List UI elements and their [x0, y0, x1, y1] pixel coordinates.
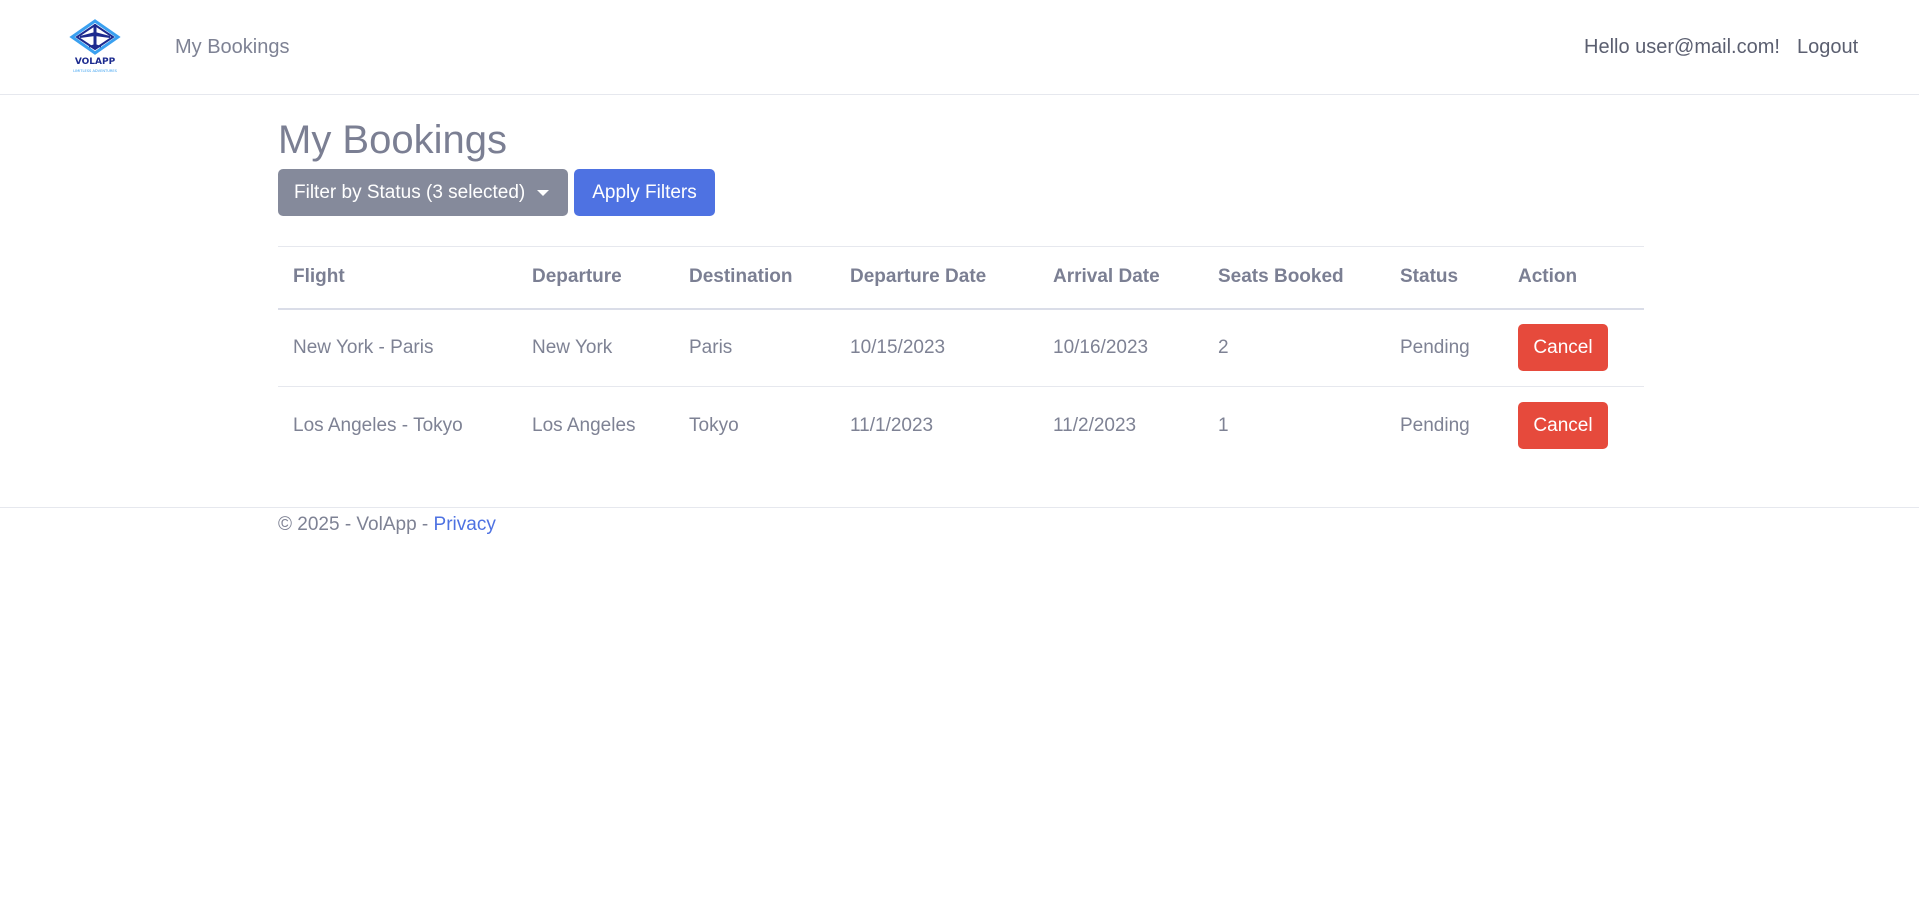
footer: © 2025 - VolApp - Privacy [0, 507, 1919, 567]
status-filter-dropdown[interactable]: Filter by Status (3 selected) [278, 169, 568, 216]
svg-text:LIMITLESS ADVENTURES: LIMITLESS ADVENTURES [73, 69, 118, 73]
caret-down-icon [537, 189, 550, 196]
cell-action: Cancel [1503, 308, 1644, 387]
cancel-booking-button[interactable]: Cancel [1518, 402, 1608, 450]
page-title: My Bookings [278, 118, 507, 162]
navbar: VOLAPP LIMITLESS ADVENTURES My Bookings … [0, 0, 1919, 95]
col-status: Status [1385, 246, 1503, 310]
cell-departure: New York [517, 308, 674, 387]
svg-text:VOLAPP: VOLAPP [75, 57, 116, 67]
cell-status: Pending [1385, 308, 1503, 387]
airplane-logo-icon: VOLAPP LIMITLESS ADVENTURES [69, 19, 121, 73]
status-filter-label: Filter by Status (3 selected) [294, 181, 526, 203]
cell-seats-booked: 1 [1218, 414, 1229, 436]
filter-bar: Filter by Status (3 selected) Apply Filt… [278, 169, 1644, 216]
col-destination: Destination [674, 246, 835, 310]
cell-destination: Paris [674, 308, 835, 387]
cell-destination: Tokyo [689, 414, 739, 436]
table-row: Los Angeles - Tokyo Los Angeles Tokyo 11… [278, 387, 1644, 465]
col-departure: Departure [517, 246, 674, 310]
logout-link[interactable]: Logout [1797, 36, 1858, 59]
user-greeting[interactable]: Hello user@mail.com! [1584, 36, 1780, 59]
cell-action: Cancel [1503, 387, 1644, 465]
cell-flight: New York - Paris [278, 308, 517, 387]
brand-logo[interactable]: VOLAPP LIMITLESS ADVENTURES [58, 17, 132, 75]
cell-status: Pending [1400, 414, 1470, 436]
footer-text: © 2025 - VolApp - Privacy [278, 514, 496, 536]
cell-seats-booked: 2 [1203, 308, 1385, 387]
bookings-table: Flight Departure Destination Departure D… [278, 246, 1644, 465]
col-action: Action [1503, 246, 1644, 310]
table-header: Flight Departure Destination Departure D… [278, 246, 1644, 310]
nav-my-bookings[interactable]: My Bookings [175, 36, 290, 59]
cancel-booking-button[interactable]: Cancel [1518, 324, 1608, 372]
col-flight: Flight [278, 246, 517, 310]
cell-arrival-date: 10/16/2023 [1038, 308, 1203, 387]
col-arrival-date: Arrival Date [1038, 246, 1203, 310]
main-content: My Bookings Filter by Status (3 selected… [278, 95, 1644, 465]
col-departure-date: Departure Date [835, 246, 1038, 310]
table-row: New York - Paris New York Paris 10/15/20… [278, 308, 1644, 387]
cell-departure: Los Angeles [532, 414, 636, 436]
cell-flight: Los Angeles - Tokyo [293, 414, 463, 436]
cell-arrival-date: 11/2/2023 [1053, 414, 1137, 436]
privacy-link[interactable]: Privacy [434, 514, 496, 535]
cell-departure-date: 11/1/2023 [850, 414, 934, 436]
apply-filters-button[interactable]: Apply Filters [574, 169, 715, 216]
cell-departure-date: 10/15/2023 [835, 308, 1038, 387]
copyright-text: © 2025 - VolApp - [278, 514, 434, 535]
col-seats-booked: Seats Booked [1203, 246, 1385, 310]
